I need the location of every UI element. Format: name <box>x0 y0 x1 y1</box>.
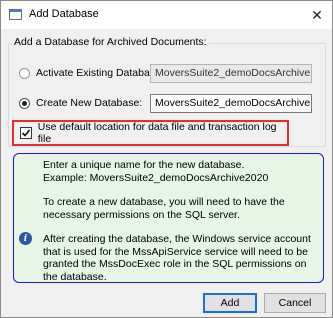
title-bar: Add Database ✕ <box>1 1 332 29</box>
window-title: Add Database <box>29 8 99 20</box>
activate-existing-label: Activate Existing Database: <box>36 67 164 79</box>
default-location-option[interactable]: Use default location for data file and t… <box>12 120 289 146</box>
new-database-name-input[interactable]: MoversSuite2_demoDocsArchive1 <box>150 94 312 113</box>
info-paragraph-3: After creating the database, the Windows… <box>43 233 311 283</box>
default-location-label: Use default location for data file and t… <box>37 121 277 145</box>
existing-database-select[interactable]: MoversSuite2_demoDocsArchive2 <box>150 64 312 83</box>
group-title: Add a Database for Archived Documents: <box>12 36 209 48</box>
create-new-radio[interactable] <box>19 97 30 109</box>
checkmark-icon <box>21 129 31 137</box>
cancel-button[interactable]: Cancel <box>264 293 326 313</box>
database-window-icon <box>9 8 22 21</box>
info-paragraph-2: To create a new database, you will need … <box>43 196 285 221</box>
info-line-1: Enter a unique name for the new database… <box>43 159 245 171</box>
info-text: Enter a unique name for the new database… <box>43 159 319 295</box>
add-button[interactable]: Add <box>203 293 257 313</box>
create-new-label: Create New Database: <box>36 97 143 109</box>
info-icon: i <box>19 232 32 245</box>
add-database-dialog: Add Database ✕ Add a Database for Archiv… <box>0 0 333 318</box>
close-icon[interactable]: ✕ <box>302 1 332 29</box>
activate-existing-option[interactable]: Activate Existing Database: <box>19 67 164 79</box>
default-location-checkbox[interactable] <box>20 127 32 139</box>
info-line-2: Example: MoversSuite2_demoDocsArchive202… <box>43 171 269 184</box>
activate-existing-radio[interactable] <box>19 67 30 79</box>
create-new-option[interactable]: Create New Database: <box>19 97 142 109</box>
